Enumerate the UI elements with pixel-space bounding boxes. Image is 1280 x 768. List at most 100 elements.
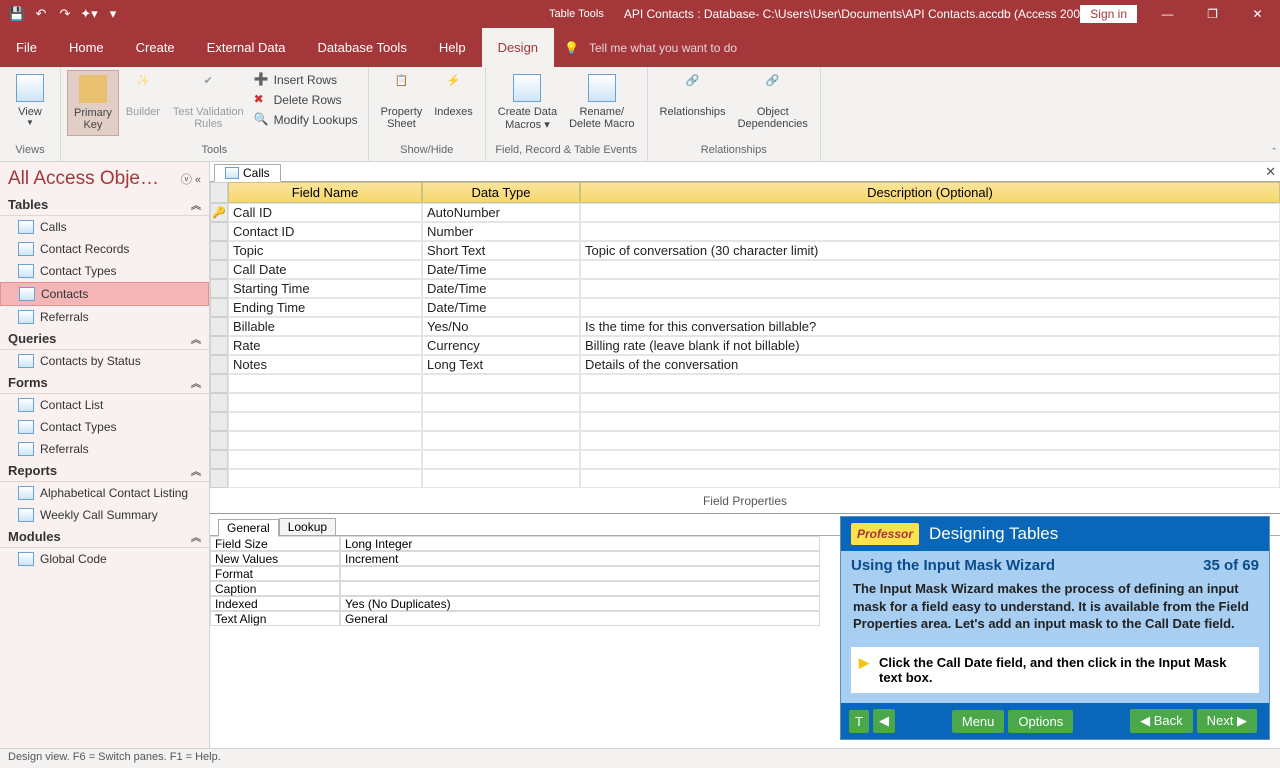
- field-name-cell[interactable]: [228, 450, 422, 469]
- row-selector[interactable]: [210, 279, 228, 298]
- field-name-cell[interactable]: [228, 469, 422, 488]
- description-cell[interactable]: [580, 279, 1280, 298]
- indexes-button[interactable]: ⚡Indexes: [428, 70, 479, 134]
- row-selector[interactable]: [210, 469, 228, 488]
- row-selector[interactable]: [210, 450, 228, 469]
- description-cell[interactable]: [580, 469, 1280, 488]
- row-selector[interactable]: [210, 222, 228, 241]
- col-description[interactable]: Description (Optional): [580, 182, 1280, 203]
- relationships-button[interactable]: 🔗Relationships: [654, 70, 732, 134]
- nav-item[interactable]: Weekly Call Summary: [0, 504, 209, 526]
- tab-design[interactable]: Design: [482, 28, 554, 67]
- data-type-cell[interactable]: Number: [422, 222, 580, 241]
- tab-calls[interactable]: Calls: [214, 164, 281, 182]
- field-name-cell[interactable]: Starting Time: [228, 279, 422, 298]
- field-name-cell[interactable]: Ending Time: [228, 298, 422, 317]
- data-type-cell[interactable]: AutoNumber: [422, 203, 580, 222]
- nav-section-reports[interactable]: Reports︽: [0, 460, 209, 482]
- nav-item[interactable]: Global Code: [0, 548, 209, 570]
- prop-tab-general[interactable]: General: [218, 519, 279, 537]
- tab-external-data[interactable]: External Data: [191, 28, 302, 67]
- field-name-cell[interactable]: [228, 393, 422, 412]
- data-type-cell[interactable]: Date/Time: [422, 260, 580, 279]
- tab-file[interactable]: File: [0, 28, 53, 67]
- nav-item[interactable]: Contact Types: [0, 416, 209, 438]
- field-name-cell[interactable]: Notes: [228, 355, 422, 374]
- prop-value[interactable]: [340, 566, 820, 581]
- redo-icon[interactable]: ↷: [54, 3, 76, 25]
- nav-item[interactable]: Calls: [0, 216, 209, 238]
- close-icon[interactable]: ✕: [1235, 0, 1280, 28]
- description-cell[interactable]: [580, 393, 1280, 412]
- data-type-cell[interactable]: [422, 431, 580, 450]
- row-selector[interactable]: [210, 260, 228, 279]
- nav-collapse-icon[interactable]: «: [195, 174, 201, 186]
- description-cell[interactable]: [580, 260, 1280, 279]
- nav-section-tables[interactable]: Tables︽: [0, 194, 209, 216]
- tutorial-toc-button[interactable]: T: [849, 710, 869, 733]
- row-selector[interactable]: 🔑: [210, 203, 228, 222]
- tab-help[interactable]: Help: [423, 28, 482, 67]
- field-name-cell[interactable]: [228, 412, 422, 431]
- insert-rows-button[interactable]: ➕Insert Rows: [250, 70, 362, 90]
- field-name-cell[interactable]: Billable: [228, 317, 422, 336]
- builder-button[interactable]: ✨Builder: [119, 70, 167, 136]
- tutorial-menu-button[interactable]: Menu: [952, 710, 1005, 733]
- prop-value[interactable]: Long Integer: [340, 536, 820, 551]
- data-type-cell[interactable]: [422, 393, 580, 412]
- prop-value[interactable]: Increment: [340, 551, 820, 566]
- nav-item[interactable]: Alphabetical Contact Listing: [0, 482, 209, 504]
- tutorial-back-button[interactable]: ◀ Back: [1130, 709, 1193, 733]
- data-type-cell[interactable]: [422, 412, 580, 431]
- tutorial-rewind-button[interactable]: ◀: [873, 709, 895, 733]
- data-type-cell[interactable]: Date/Time: [422, 298, 580, 317]
- nav-dropdown-icon[interactable]: ⓥ: [181, 174, 192, 186]
- signin-button[interactable]: Sign in: [1080, 5, 1137, 23]
- description-cell[interactable]: Is the time for this conversation billab…: [580, 317, 1280, 336]
- description-cell[interactable]: [580, 203, 1280, 222]
- tab-create[interactable]: Create: [120, 28, 191, 67]
- nav-item[interactable]: Referrals: [0, 306, 209, 328]
- row-selector[interactable]: [210, 412, 228, 431]
- description-cell[interactable]: [580, 374, 1280, 393]
- property-sheet-button[interactable]: 📋Property Sheet: [375, 70, 429, 134]
- tutorial-next-button[interactable]: Next ▶: [1197, 709, 1257, 733]
- row-selector[interactable]: [210, 355, 228, 374]
- data-type-cell[interactable]: Date/Time: [422, 279, 580, 298]
- collapse-ribbon-icon[interactable]: ˆ: [1272, 147, 1276, 159]
- object-dependencies-button[interactable]: 🔗Object Dependencies: [732, 70, 814, 134]
- data-type-cell[interactable]: [422, 450, 580, 469]
- nav-item[interactable]: Contact Records: [0, 238, 209, 260]
- tab-home[interactable]: Home: [53, 28, 120, 67]
- row-selector[interactable]: [210, 298, 228, 317]
- modify-lookups-button[interactable]: 🔍Modify Lookups: [250, 110, 362, 130]
- touch-mode-icon[interactable]: ✦▾: [78, 3, 100, 25]
- primary-key-button[interactable]: Primary Key: [67, 70, 119, 136]
- qat-customize-icon[interactable]: ▾: [102, 3, 124, 25]
- description-cell[interactable]: [580, 450, 1280, 469]
- field-name-cell[interactable]: Topic: [228, 241, 422, 260]
- data-type-cell[interactable]: Short Text: [422, 241, 580, 260]
- view-button[interactable]: View▼: [6, 70, 54, 131]
- nav-section-forms[interactable]: Forms︽: [0, 372, 209, 394]
- row-selector[interactable]: [210, 336, 228, 355]
- nav-item[interactable]: Contact Types: [0, 260, 209, 282]
- row-selector[interactable]: [210, 374, 228, 393]
- field-name-cell[interactable]: Rate: [228, 336, 422, 355]
- field-name-cell[interactable]: Contact ID: [228, 222, 422, 241]
- nav-item[interactable]: Contacts: [0, 282, 209, 306]
- description-cell[interactable]: [580, 222, 1280, 241]
- data-type-cell[interactable]: Currency: [422, 336, 580, 355]
- prop-value[interactable]: [340, 581, 820, 596]
- nav-item[interactable]: Contacts by Status: [0, 350, 209, 372]
- col-data-type[interactable]: Data Type: [422, 182, 580, 203]
- data-type-cell[interactable]: Long Text: [422, 355, 580, 374]
- row-selector[interactable]: [210, 393, 228, 412]
- prop-value[interactable]: General: [340, 611, 820, 626]
- row-selector[interactable]: [210, 317, 228, 336]
- tell-me-search[interactable]: 💡 Tell me what you want to do: [554, 28, 747, 67]
- nav-item[interactable]: Contact List: [0, 394, 209, 416]
- save-icon[interactable]: 💾: [6, 3, 28, 25]
- data-type-cell[interactable]: [422, 469, 580, 488]
- field-name-cell[interactable]: Call Date: [228, 260, 422, 279]
